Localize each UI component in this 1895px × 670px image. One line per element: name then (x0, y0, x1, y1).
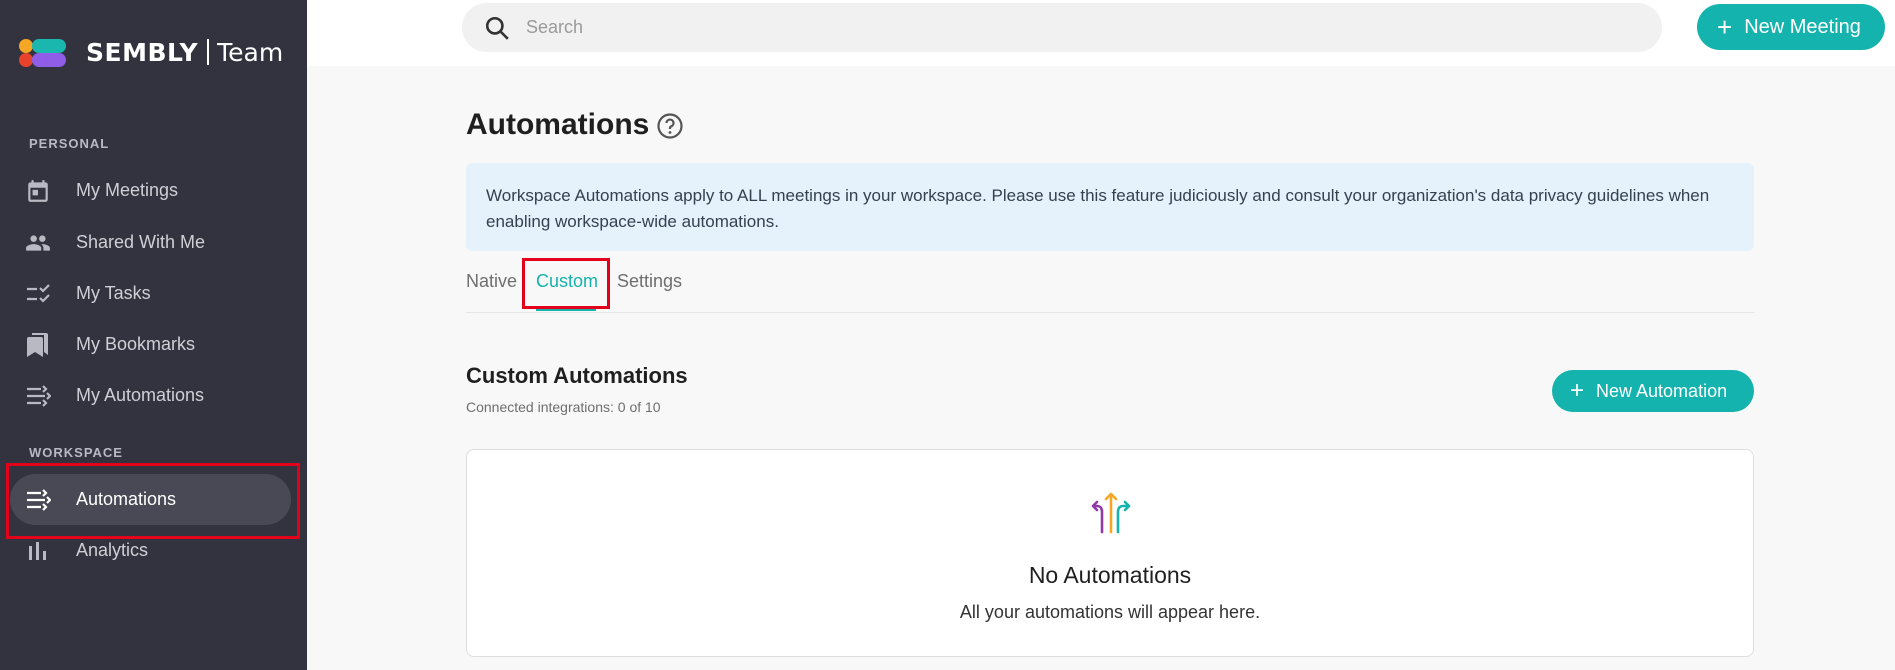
split-arrows-icon (1091, 492, 1131, 534)
automation-icon (24, 486, 52, 514)
sidebar-item-label: My Bookmarks (76, 334, 196, 354)
people-icon (24, 229, 52, 257)
plus-icon: + (1570, 377, 1585, 404)
sidebar-item-automations[interactable]: Automations (10, 474, 291, 525)
section-title: Custom Automations (466, 363, 688, 388)
automation-icon (24, 382, 52, 410)
personal-section-label: PERSONAL (29, 136, 110, 151)
brand-divider (207, 39, 210, 65)
empty-state-subtitle: All your automations will appear here. (959, 602, 1261, 622)
bar-chart-icon (24, 537, 52, 565)
new-meeting-label: New Meeting (1744, 15, 1861, 38)
sidebar-item-label: My Meetings (76, 180, 179, 200)
sidebar-item-label: Analytics (76, 540, 149, 560)
empty-state-card: No Automations All your automations will… (466, 449, 1754, 657)
automation-tabs: Native Custom Settings (466, 260, 1754, 313)
tab-settings[interactable]: Settings (617, 271, 682, 292)
workspace-info-banner: Workspace Automations apply to ALL meeti… (466, 163, 1754, 251)
sidebar-item-label: My Automations (76, 385, 205, 405)
sidebar-item-my-meetings[interactable]: My Meetings (10, 165, 291, 216)
sidebar-item-analytics[interactable]: Analytics (10, 525, 291, 576)
sembly-logo-icon (19, 39, 66, 67)
sidebar-item-shared-with-me[interactable]: Shared With Me (10, 217, 291, 268)
page-title: Automations (466, 108, 650, 141)
empty-state-title: No Automations (1028, 562, 1192, 588)
tab-native[interactable]: Native (466, 271, 517, 292)
sidebar-item-label: Automations (76, 489, 177, 509)
search-icon (485, 16, 509, 40)
sidebar-item-my-automations[interactable]: My Automations (10, 370, 291, 421)
brand-name: SEMBLY (86, 37, 199, 67)
plus-icon: + (1717, 12, 1733, 42)
sidebar-item-my-bookmarks[interactable]: My Bookmarks (10, 319, 291, 370)
task-list-icon (24, 280, 52, 308)
new-automation-label: New Automation (1596, 380, 1728, 401)
sidebar-item-my-tasks[interactable]: My Tasks (10, 268, 291, 319)
active-tab-indicator (536, 308, 596, 311)
sembly-logo[interactable]: SEMBLY Team (18, 36, 283, 68)
sidebar-item-label: My Tasks (76, 283, 151, 303)
sidebar: SEMBLY Team PERSONAL My Meetings Shared … (0, 0, 307, 670)
sidebar-item-label: Shared With Me (76, 232, 206, 252)
search-input[interactable] (526, 17, 1526, 38)
brand-plan: Team (217, 37, 284, 67)
help-icon[interactable] (656, 112, 684, 140)
search-bar[interactable] (462, 3, 1662, 52)
bookmark-icon (24, 331, 52, 359)
workspace-section-label: WORKSPACE (29, 445, 123, 460)
connected-integrations-count: Connected integrations: 0 of 10 (466, 399, 661, 415)
new-meeting-button[interactable]: + New Meeting (1697, 4, 1885, 50)
calendar-icon (24, 177, 52, 205)
new-automation-button[interactable]: + New Automation (1552, 370, 1754, 412)
tab-custom[interactable]: Custom (536, 271, 598, 292)
